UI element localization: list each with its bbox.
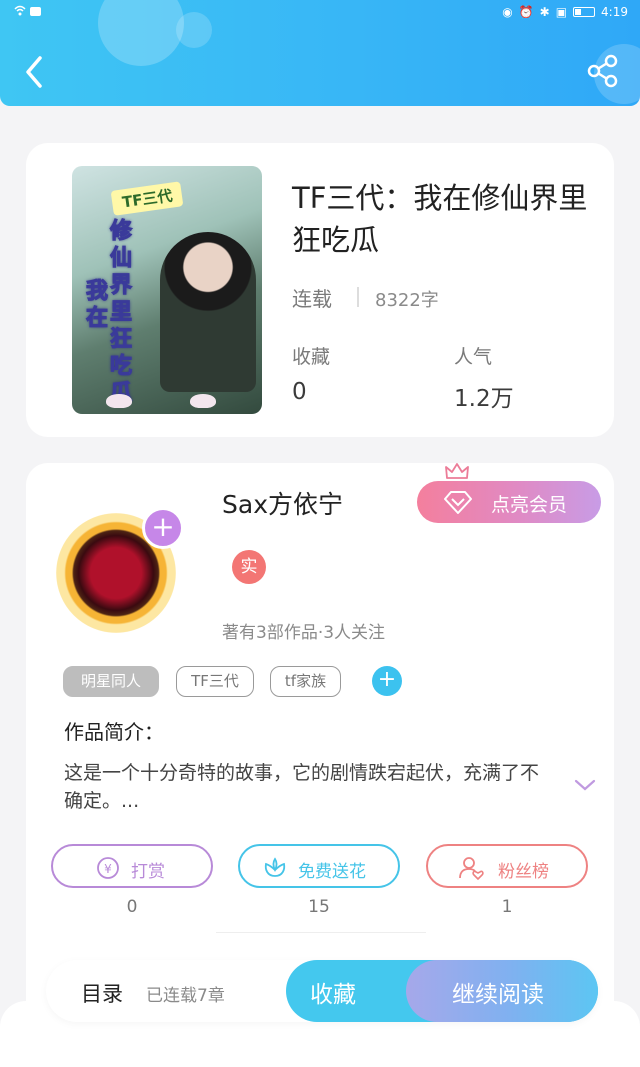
continue-reading-label: 继续阅读 — [452, 982, 544, 1008]
share-icon — [587, 54, 618, 88]
cover-tag: TF三代 — [110, 181, 184, 216]
flower-icon — [264, 857, 286, 877]
send-flower-button[interactable]: 免费送花 — [238, 844, 400, 888]
divider — [216, 932, 426, 933]
popularity-label: 人气 — [454, 346, 493, 368]
book-cover-image[interactable]: TF三代 修仙界里狂吃瓜 我在 — [72, 166, 262, 414]
status-bar: ◉ ⏰ ✱ ▣ 4:19 — [0, 4, 640, 22]
favorites-count: 0 — [292, 379, 307, 405]
author-name[interactable]: Sax方依宁 — [222, 485, 343, 521]
fan-count: 1 — [501, 897, 513, 917]
word-count: 8322字 — [375, 290, 439, 311]
vip-button-label: 点亮会员 — [491, 494, 568, 516]
eye-icon: ◉ — [502, 5, 513, 19]
bluetooth-icon: ✱ — [539, 5, 550, 19]
status-right: ◉ ⏰ ✱ ▣ 4:19 — [502, 5, 628, 19]
chapter-count: 已连载7章 — [146, 986, 225, 1006]
battery-icon — [573, 7, 596, 17]
lotus-decoration — [190, 394, 216, 408]
fan-ranking-button[interactable]: 粉丝榜 — [426, 844, 588, 888]
verified-badge: 实 — [232, 550, 266, 584]
chevron-down-icon[interactable] — [573, 777, 597, 793]
lotus-decoration — [106, 394, 132, 408]
follow-author-button[interactable]: + — [142, 507, 184, 549]
tag-chip[interactable]: tf家族 — [270, 666, 341, 697]
intro-heading: 作品简介： — [64, 720, 164, 744]
diamond-icon — [444, 491, 472, 514]
book-info-card: TF三代 修仙界里狂吃瓜 我在 TF三代：我在修仙界里狂吃瓜 连载 8322字 … — [26, 143, 614, 437]
vip-button[interactable]: 点亮会员 — [417, 481, 601, 523]
continue-reading-button[interactable]: 继续阅读 — [406, 960, 598, 1022]
author-stats: 著有3部作品·3人关注 — [222, 623, 386, 643]
chevron-left-icon — [26, 56, 42, 88]
intro-text: 这是一个十分奇特的故事，它的剧情跌宕起伏，充满了不确定。... — [64, 762, 540, 812]
share-button[interactable] — [586, 54, 620, 88]
tip-label: 打赏 — [131, 862, 165, 882]
clock: 4:19 — [601, 5, 628, 19]
tag-chip[interactable]: TF三代 — [176, 666, 254, 697]
cover-figure — [160, 232, 256, 392]
crown-icon — [445, 463, 469, 479]
tip-button[interactable]: ¥ 打赏 — [51, 844, 213, 888]
cover-title-line: 修仙界里狂吃瓜 — [110, 219, 133, 407]
coin-icon: ¥ — [97, 857, 119, 879]
book-title: TF三代：我在修仙界里狂吃瓜 — [292, 181, 588, 257]
favorites-label: 收藏 — [292, 346, 331, 368]
send-flower-label: 免费送花 — [298, 862, 366, 882]
fan-icon — [459, 857, 484, 881]
svg-text:¥: ¥ — [104, 862, 112, 876]
divider — [357, 287, 359, 307]
fan-ranking-label: 粉丝榜 — [498, 862, 549, 882]
back-button[interactable] — [18, 52, 54, 92]
alarm-icon: ⏰ — [518, 5, 534, 19]
tag-chip[interactable]: 明星同人 — [63, 666, 159, 697]
table-of-contents-button[interactable]: 目录 — [81, 978, 123, 1008]
wifi-icon — [14, 5, 44, 20]
collect-label: 收藏 — [310, 982, 356, 1008]
add-tag-button[interactable]: + — [372, 666, 402, 696]
flower-count: 15 — [308, 897, 330, 917]
signal-icon: ▣ — [555, 5, 568, 19]
top-header: ◉ ⏰ ✱ ▣ 4:19 — [0, 0, 640, 106]
popularity-count: 1.2万 — [454, 386, 514, 412]
cover-title-line: 我在 — [86, 279, 109, 332]
tip-count: 0 — [126, 897, 138, 917]
book-status: 连载 — [292, 287, 332, 311]
